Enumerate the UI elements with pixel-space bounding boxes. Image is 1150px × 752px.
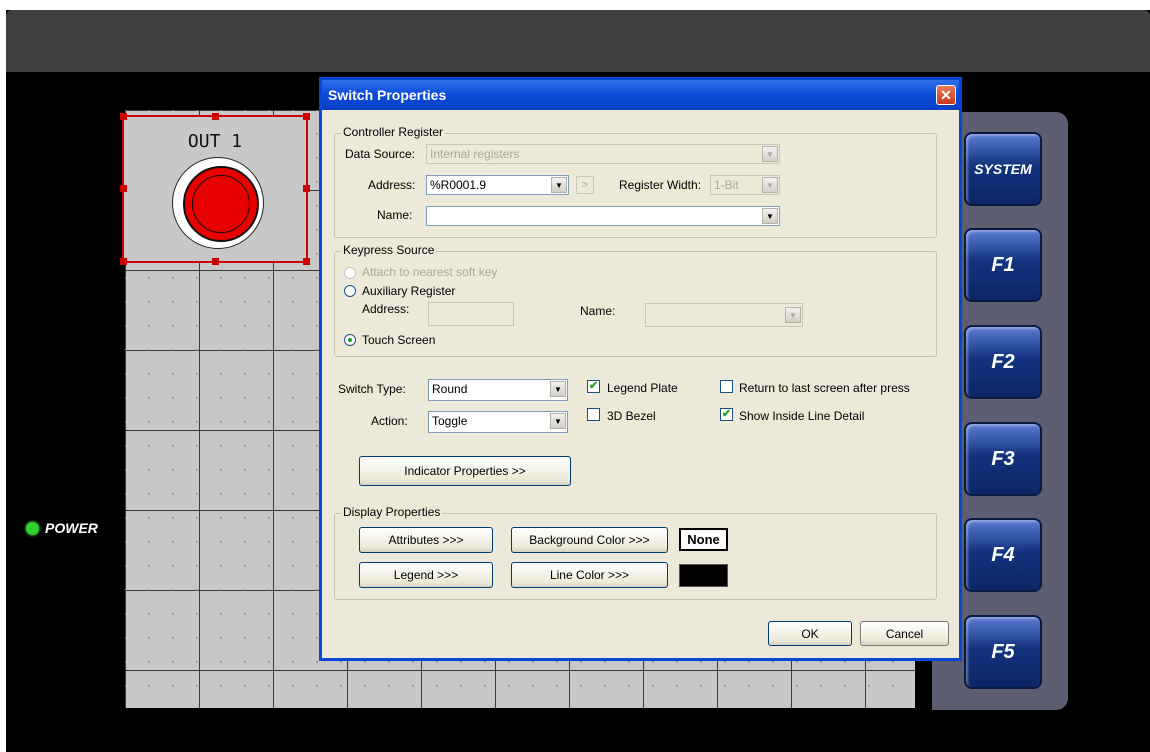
auxiliary-register-radio[interactable]	[344, 285, 356, 297]
resize-handle[interactable]	[303, 258, 310, 265]
group-label: Controller Register	[341, 125, 446, 139]
ok-button[interactable]: OK	[768, 621, 852, 646]
touch-screen-label: Touch Screen	[362, 333, 436, 347]
name-label: Name:	[377, 208, 413, 222]
data-source-label: Data Source:	[345, 147, 416, 161]
chevron-down-icon: ▼	[762, 146, 778, 162]
close-icon[interactable]: ✕	[936, 85, 956, 105]
touch-screen-radio[interactable]	[344, 334, 356, 346]
aux-name-select[interactable]: ▼	[645, 303, 803, 327]
attributes-button[interactable]: Attributes >>>	[359, 527, 493, 553]
hmi-panel-top	[6, 10, 1150, 72]
indicator-properties-button[interactable]: Indicator Properties >>	[359, 456, 571, 486]
cancel-button[interactable]: Cancel	[860, 621, 949, 646]
dialog-title-bar[interactable]: Switch Properties ✕	[322, 80, 959, 110]
name-select[interactable]: ▼	[426, 206, 780, 226]
3d-bezel-label: 3D Bezel	[607, 409, 656, 423]
data-source-select[interactable]: Internal registers ▼	[426, 144, 780, 164]
auxiliary-register-label: Auxiliary Register	[362, 284, 456, 298]
show-inside-line-label: Show Inside Line Detail	[739, 409, 865, 423]
resize-handle[interactable]	[303, 185, 310, 192]
switch-type-select[interactable]: Round ▼	[428, 379, 568, 401]
f5-key[interactable]: F5	[964, 615, 1042, 689]
power-led-icon	[26, 521, 39, 535]
aux-name-label: Name:	[580, 304, 616, 318]
group-label: Display Properties	[341, 505, 443, 519]
resize-handle[interactable]	[120, 113, 127, 120]
switch-widget[interactable]: OUT 1	[120, 113, 310, 265]
register-width-select[interactable]: 1-Bit ▼	[710, 175, 780, 195]
return-last-screen-label: Return to last screen after press	[739, 381, 910, 395]
system-key[interactable]: SYSTEM	[964, 132, 1042, 206]
line-color-button[interactable]: Line Color >>>	[511, 562, 668, 588]
line-color-swatch[interactable]	[679, 564, 728, 587]
chevron-down-icon: ▼	[762, 208, 778, 224]
return-last-screen-checkbox[interactable]	[720, 380, 733, 393]
f2-key[interactable]: F2	[964, 325, 1042, 399]
f1-key[interactable]: F1	[964, 228, 1042, 302]
switch-properties-dialog: Switch Properties ✕ Controller Register …	[319, 77, 962, 661]
resize-handle[interactable]	[120, 185, 127, 192]
resize-handle[interactable]	[303, 113, 310, 120]
address-select[interactable]: %R0001.9 ▼	[426, 175, 569, 195]
legend-plate-checkbox[interactable]: ✔	[587, 380, 600, 393]
chevron-down-icon: ▼	[762, 177, 778, 193]
power-label: POWER	[45, 520, 98, 536]
action-label: Action:	[371, 414, 408, 428]
resize-handle[interactable]	[212, 258, 219, 265]
f3-key[interactable]: F3	[964, 422, 1042, 496]
attach-soft-key-radio[interactable]	[344, 267, 356, 279]
resize-handle[interactable]	[212, 113, 219, 120]
chevron-down-icon: ▼	[785, 307, 801, 323]
power-indicator: POWER	[26, 520, 98, 536]
chevron-down-icon: ▼	[550, 381, 566, 397]
action-select[interactable]: Toggle ▼	[428, 411, 568, 433]
chevron-down-icon: ▼	[551, 177, 567, 193]
aux-address-label: Address:	[362, 302, 410, 316]
address-browse-button[interactable]: >	[576, 176, 594, 194]
f4-key[interactable]: F4	[964, 518, 1042, 592]
address-label: Address:	[368, 178, 416, 192]
background-color-swatch[interactable]: None	[679, 528, 728, 551]
legend-plate-label: Legend Plate	[607, 381, 678, 395]
legend-button[interactable]: Legend >>>	[359, 562, 493, 588]
attach-soft-key-label: Attach to nearest soft key	[362, 265, 498, 279]
dialog-title: Switch Properties	[328, 87, 447, 103]
register-width-label: Register Width:	[619, 178, 702, 192]
chevron-down-icon: ▼	[550, 413, 566, 429]
background-color-button[interactable]: Background Color >>>	[511, 527, 668, 553]
3d-bezel-checkbox[interactable]	[587, 408, 600, 421]
show-inside-line-checkbox[interactable]: ✔	[720, 408, 733, 421]
round-switch-icon	[172, 157, 264, 249]
switch-type-label: Switch Type:	[338, 382, 406, 396]
aux-address-field[interactable]	[428, 302, 514, 326]
widget-label: OUT 1	[187, 131, 243, 152]
group-label: Keypress Source	[341, 243, 437, 257]
resize-handle[interactable]	[120, 258, 127, 265]
